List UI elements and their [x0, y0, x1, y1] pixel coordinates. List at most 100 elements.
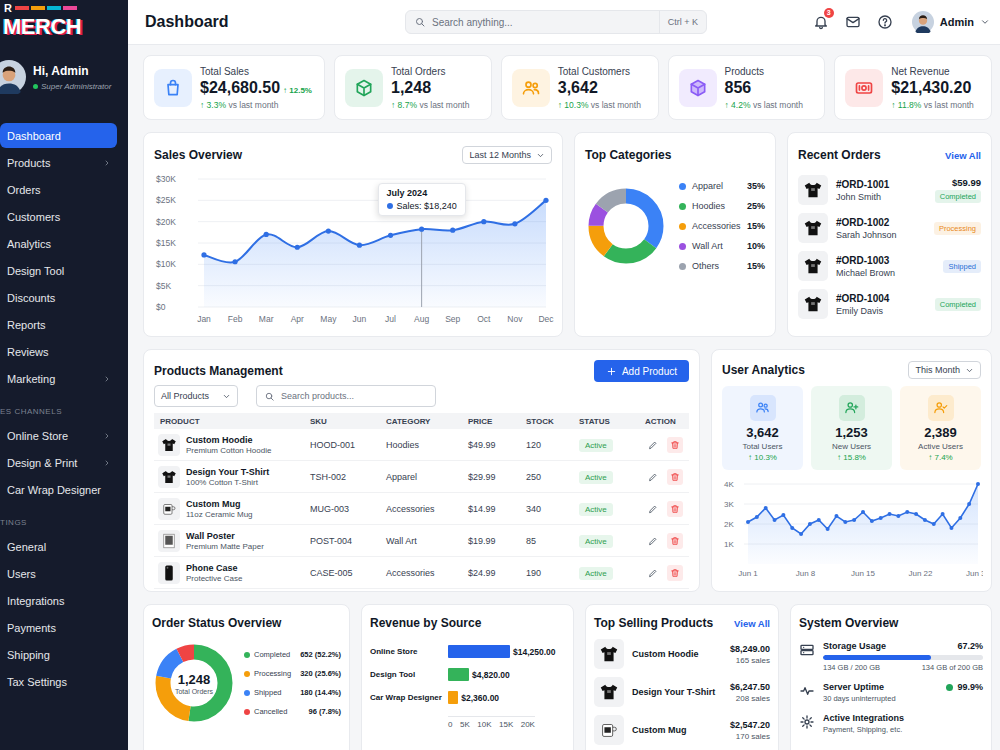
table-row[interactable]: Custom Hoodie Premium Cotton Hoodie HOOD…: [154, 429, 689, 461]
messages-button[interactable]: [844, 13, 862, 31]
bar[interactable]: [448, 645, 510, 658]
user-menu[interactable]: Admin: [912, 11, 990, 33]
top-product-row[interactable]: Custom Hoodie $8,249.00 165 sales: [594, 635, 770, 673]
bar[interactable]: [448, 668, 469, 681]
search-field[interactable]: Search anything... Ctrl + K: [405, 10, 707, 34]
donut-segment[interactable]: [596, 196, 656, 256]
sidebar-item[interactable]: General: [0, 534, 117, 559]
user-point[interactable]: [755, 515, 759, 519]
order-row[interactable]: #ORD-1002 Sarah Johnson Processing: [798, 209, 981, 247]
user-point[interactable]: [870, 519, 874, 523]
sidebar-item[interactable]: Reports: [0, 312, 117, 337]
sidebar-item[interactable]: Reviews: [0, 339, 117, 364]
sales-point[interactable]: [419, 227, 424, 232]
sales-point[interactable]: [481, 219, 486, 224]
donut-segment[interactable]: [596, 196, 656, 256]
table-row[interactable]: Wall Poster Premium Matte Paper POST-004…: [154, 525, 689, 557]
user-point[interactable]: [773, 518, 777, 522]
user-point[interactable]: [790, 526, 794, 530]
user-point[interactable]: [958, 516, 962, 520]
user-point[interactable]: [914, 512, 918, 516]
delete-button[interactable]: [667, 533, 683, 549]
view-all-link[interactable]: View All: [945, 150, 981, 161]
delete-button[interactable]: [667, 565, 683, 581]
donut-segment[interactable]: [163, 652, 225, 714]
sidebar-item[interactable]: Customers: [0, 204, 117, 229]
user-point[interactable]: [746, 520, 750, 524]
sales-point[interactable]: [388, 233, 393, 238]
user-point[interactable]: [932, 522, 936, 526]
edit-button[interactable]: [645, 533, 661, 549]
sidebar-item[interactable]: Dashboard: [0, 123, 117, 148]
user-point[interactable]: [781, 513, 785, 517]
sidebar-item[interactable]: Payments: [0, 615, 117, 640]
user-point[interactable]: [905, 510, 909, 514]
sidebar-item[interactable]: Analytics: [0, 231, 117, 256]
notifications-button[interactable]: 3: [812, 13, 830, 31]
sidebar-item[interactable]: Design Tool: [0, 258, 117, 283]
top-product-row[interactable]: Design Your T-Shirt $6,247.50 208 sales: [594, 673, 770, 711]
user-point[interactable]: [817, 518, 821, 522]
sidebar-item[interactable]: Products: [0, 150, 117, 175]
user-point[interactable]: [834, 514, 838, 518]
help-button[interactable]: [876, 13, 894, 31]
user-point[interactable]: [826, 527, 830, 531]
user-point[interactable]: [879, 516, 883, 520]
range-select[interactable]: This Month: [908, 361, 981, 379]
sidebar-item[interactable]: Car Wrap Designer: [0, 477, 117, 502]
sidebar-item[interactable]: Shipping: [0, 642, 117, 667]
sales-point[interactable]: [450, 228, 455, 233]
donut-segment[interactable]: [163, 652, 225, 714]
sidebar-item[interactable]: Tax Settings: [0, 669, 117, 694]
range-select[interactable]: Last 12 Months: [462, 146, 552, 164]
sales-point[interactable]: [295, 245, 300, 250]
delete-button[interactable]: [667, 469, 683, 485]
user-point[interactable]: [923, 518, 927, 522]
sales-point[interactable]: [357, 243, 362, 248]
user-point[interactable]: [843, 520, 847, 524]
sales-point[interactable]: [201, 252, 206, 257]
order-row[interactable]: #ORD-1004 Emily Davis Completed: [798, 285, 981, 323]
product-filter[interactable]: All Products: [154, 385, 238, 407]
sidebar-item[interactable]: Discounts: [0, 285, 117, 310]
bar[interactable]: [448, 691, 458, 704]
user-point[interactable]: [888, 512, 892, 516]
sales-point[interactable]: [512, 221, 517, 226]
sales-point[interactable]: [326, 228, 331, 233]
user-point[interactable]: [764, 506, 768, 510]
user-point[interactable]: [861, 510, 865, 514]
table-row[interactable]: Custom Mug 11oz Ceramic Mug MUG-003 Acce…: [154, 493, 689, 525]
user-point[interactable]: [799, 532, 803, 536]
top-product-row[interactable]: Custom Mug $2,547.20 170 sales: [594, 711, 770, 749]
edit-button[interactable]: [645, 565, 661, 581]
view-all-link[interactable]: View All: [734, 618, 770, 629]
sidebar-item[interactable]: Online Store: [0, 423, 117, 448]
sales-point[interactable]: [543, 198, 548, 203]
sidebar-item[interactable]: Integrations: [0, 588, 117, 613]
sidebar-item[interactable]: Orders: [0, 177, 117, 202]
delete-button[interactable]: [667, 437, 683, 453]
user-point[interactable]: [967, 502, 971, 506]
user-point[interactable]: [808, 522, 812, 526]
sales-point[interactable]: [232, 259, 237, 264]
table-row[interactable]: Design Your T-Shirt 100% Cotton T-Shirt …: [154, 461, 689, 493]
sales-point[interactable]: [264, 232, 269, 237]
user-point[interactable]: [949, 526, 953, 530]
donut-segment[interactable]: [163, 652, 225, 714]
user-point[interactable]: [941, 512, 945, 516]
edit-button[interactable]: [645, 437, 661, 453]
order-row[interactable]: #ORD-1003 Michael Brown Shipped: [798, 247, 981, 285]
edit-button[interactable]: [645, 501, 661, 517]
sidebar-item[interactable]: Design & Print: [0, 450, 117, 475]
edit-button[interactable]: [645, 469, 661, 485]
user-point[interactable]: [976, 482, 980, 486]
sidebar-item[interactable]: Marketing: [0, 366, 117, 391]
donut-segment[interactable]: [596, 196, 656, 256]
order-row[interactable]: #ORD-1001 John Smith $59.99 Completed: [798, 171, 981, 209]
add-product-button[interactable]: Add Product: [594, 360, 689, 382]
donut-segment[interactable]: [596, 196, 656, 256]
product-search[interactable]: Search products...: [256, 385, 436, 407]
donut-segment[interactable]: [163, 652, 225, 714]
table-row[interactable]: Phone Case Protective Case CASE-005 Acce…: [154, 557, 689, 589]
donut-segment[interactable]: [596, 196, 656, 256]
